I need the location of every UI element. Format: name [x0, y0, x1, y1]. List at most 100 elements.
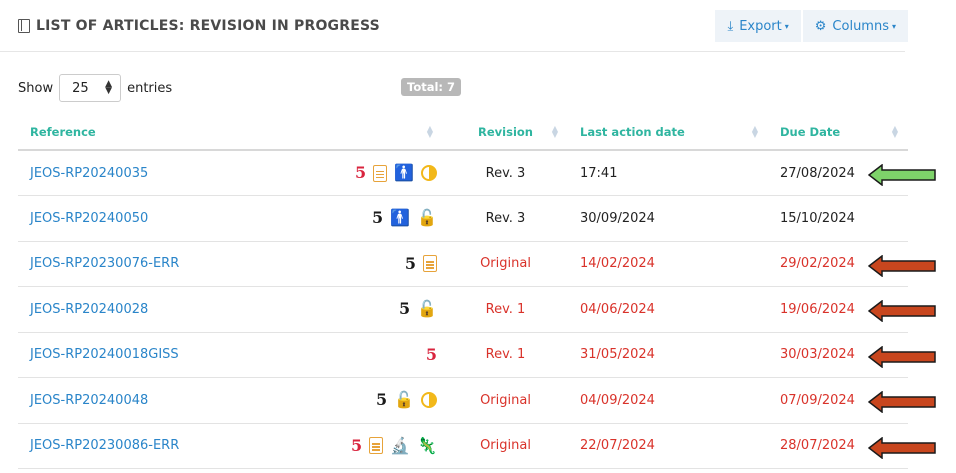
reference-cell: JEOS-RP20240048	[18, 377, 303, 424]
revision-cell: Original	[443, 423, 568, 469]
column-header-reference[interactable]: Reference	[18, 114, 303, 151]
html5-red-icon[interactable]: 5	[355, 165, 366, 181]
document-icon[interactable]	[423, 255, 437, 273]
columns-label: Columns	[832, 18, 889, 34]
toolbar: ⤓ Export ▾ ⚙ Columns ▾	[715, 10, 908, 42]
reference-cell: JEOS-RP20240028	[18, 286, 303, 333]
html5-red-icon[interactable]: 5	[426, 346, 437, 363]
column-header-due-date[interactable]: Due Date ▲ ▼	[768, 114, 908, 151]
reference-cell: JEOS-RP20230076-ERR	[18, 241, 303, 287]
sort-icon: ▲ ▼	[551, 123, 558, 139]
due-date-cell: 15/10/2024	[768, 195, 908, 242]
entries-label: entries	[127, 80, 173, 96]
status-icons-cell: 5 🚹	[303, 150, 443, 196]
entries-value: 25	[72, 80, 89, 96]
page-title-text: LIST OF ARTICLES: REVISION IN PROGRESS	[36, 18, 380, 34]
column-header-icons[interactable]: ▲ ▼	[303, 114, 443, 151]
entries-control: Show 25 ▲ ▼ entries	[18, 74, 172, 102]
due-date-arrow	[868, 391, 936, 414]
half-circle-icon[interactable]	[421, 165, 437, 181]
articles-table: Reference ▲ ▼ Revision ▲ ▼ Last action date…	[18, 114, 908, 469]
header-divider	[0, 51, 905, 52]
reference-link[interactable]: JEOS-RP20230076-ERR	[30, 256, 179, 271]
download-icon: ⤓	[727, 18, 734, 34]
column-header-last-action[interactable]: Last action date ▲ ▼	[568, 114, 768, 151]
table-row[interactable]: JEOS-RP20230086-ERR 5 🔬 🦎 Original 22/07/2024…	[18, 423, 908, 469]
revision-cell: Original	[443, 241, 568, 287]
reference-link[interactable]: JEOS-RP20240035	[30, 166, 148, 181]
half-circle-icon[interactable]	[421, 392, 437, 409]
column-header-revision[interactable]: Revision ▲ ▼	[443, 114, 568, 151]
html5-black-icon[interactable]: 5	[376, 392, 387, 408]
table-row[interactable]: JEOS-RP20230076-ERR 5 Original 14/02/2024 29…	[18, 241, 908, 287]
last-action-cell: 22/07/2024	[568, 423, 768, 469]
reference-cell: JEOS-RP20240018GISS	[18, 332, 303, 378]
page-header: LIST OF ARTICLES: REVISION IN PROGRESS ⤓…	[18, 10, 908, 48]
last-action-cell: 14/02/2024	[568, 241, 768, 287]
last-action-cell: 17:41	[568, 150, 768, 196]
status-icons-cell: 5	[303, 241, 443, 287]
caret-down-icon: ▾	[891, 21, 896, 31]
last-action-cell: 30/09/2024	[568, 195, 768, 242]
due-date-arrow	[868, 254, 936, 277]
unlock-icon[interactable]: 🔓	[417, 301, 437, 317]
revision-cell: Rev. 3	[443, 150, 568, 196]
reference-link[interactable]: JEOS-RP20240018GISS	[30, 347, 179, 362]
entries-select[interactable]: 25 ▲ ▼	[59, 74, 122, 102]
person-icon[interactable]: 🚹	[394, 165, 414, 181]
status-icons-cell: 5	[303, 332, 443, 378]
last-action-cell: 04/06/2024	[568, 286, 768, 333]
table-row[interactable]: JEOS-RP20240035 5 🚹 Rev. 3 17:41 27/08/2024	[18, 150, 908, 196]
reference-link[interactable]: JEOS-RP20240050	[30, 211, 148, 226]
html5-black-icon[interactable]: 5	[405, 255, 416, 272]
page-title: LIST OF ARTICLES: REVISION IN PROGRESS	[18, 18, 380, 34]
unlock-icon[interactable]: 🔓	[417, 210, 437, 226]
table-row[interactable]: JEOS-RP20240028 5 🔓 Rev. 1 04/06/2024 19/06/2…	[18, 286, 908, 333]
microscope-icon[interactable]: 🔬	[390, 437, 410, 454]
export-label: Export	[739, 18, 782, 34]
table-row[interactable]: JEOS-RP20240050 5 🚹 🔓 Rev. 3 30/09/2024 15/10/…	[18, 195, 908, 242]
person-icon[interactable]: 🚹	[390, 210, 410, 226]
sort-icon: ▲ ▼	[426, 123, 433, 139]
sort-icon: ▲ ▼	[891, 123, 898, 139]
due-date-arrow	[868, 436, 936, 459]
document-icon[interactable]	[373, 164, 388, 182]
html5-black-icon[interactable]: 5	[399, 301, 410, 317]
due-date-arrow	[868, 163, 936, 186]
sort-icon: ▲ ▼	[751, 123, 758, 139]
caret-down-icon: ▾	[784, 21, 789, 31]
export-button[interactable]: ⤓ Export ▾	[715, 10, 801, 42]
reference-link[interactable]: JEOS-RP20240028	[30, 302, 148, 317]
revision-cell: Rev. 1	[443, 286, 568, 333]
select-arrows-icon: ▲ ▼	[105, 79, 113, 96]
reference-link[interactable]: JEOS-RP20240048	[30, 393, 148, 408]
last-action-cell: 04/09/2024	[568, 377, 768, 424]
status-icons-cell: 5 🔓	[303, 377, 443, 424]
table-header-row: Reference ▲ ▼ Revision ▲ ▼ Last action date…	[18, 114, 908, 151]
total-badge: Total: 7	[401, 78, 462, 96]
status-icons-cell: 5 🔬 🦎	[303, 423, 443, 469]
gears-icon: ⚙	[814, 18, 827, 34]
status-icons-cell: 5 🚹 🔓	[303, 195, 443, 242]
reference-cell: JEOS-RP20240050	[18, 195, 303, 242]
document-icon[interactable]	[369, 437, 384, 455]
revision-cell: Rev. 1	[443, 332, 568, 378]
table-row[interactable]: JEOS-RP20240048 5 🔓 Original 04/09/2024 07/09…	[18, 377, 908, 424]
last-action-cell: 31/05/2024	[568, 332, 768, 378]
html5-black-icon[interactable]: 5	[372, 210, 383, 226]
revision-cell: Original	[443, 377, 568, 424]
due-date-arrow	[868, 300, 936, 323]
table-row[interactable]: JEOS-RP20240018GISS 5 Rev. 1 31/05/2024 30/0…	[18, 332, 908, 378]
due-date-arrow	[868, 345, 936, 368]
book-icon	[18, 19, 30, 33]
show-label: Show	[18, 80, 54, 96]
html5-red-icon[interactable]: 5	[351, 437, 362, 454]
unlock-icon[interactable]: 🔓	[394, 392, 414, 408]
reference-cell: JEOS-RP20240035	[18, 150, 303, 196]
reference-cell: JEOS-RP20230086-ERR	[18, 423, 303, 469]
reference-link[interactable]: JEOS-RP20230086-ERR	[30, 438, 179, 453]
revision-cell: Rev. 3	[443, 195, 568, 242]
table-body: JEOS-RP20240035 5 🚹 Rev. 3 17:41 27/08/2024 JE…	[18, 150, 908, 469]
columns-button[interactable]: ⚙ Columns ▾	[802, 10, 908, 42]
lizard-icon[interactable]: 🦎	[417, 437, 437, 454]
